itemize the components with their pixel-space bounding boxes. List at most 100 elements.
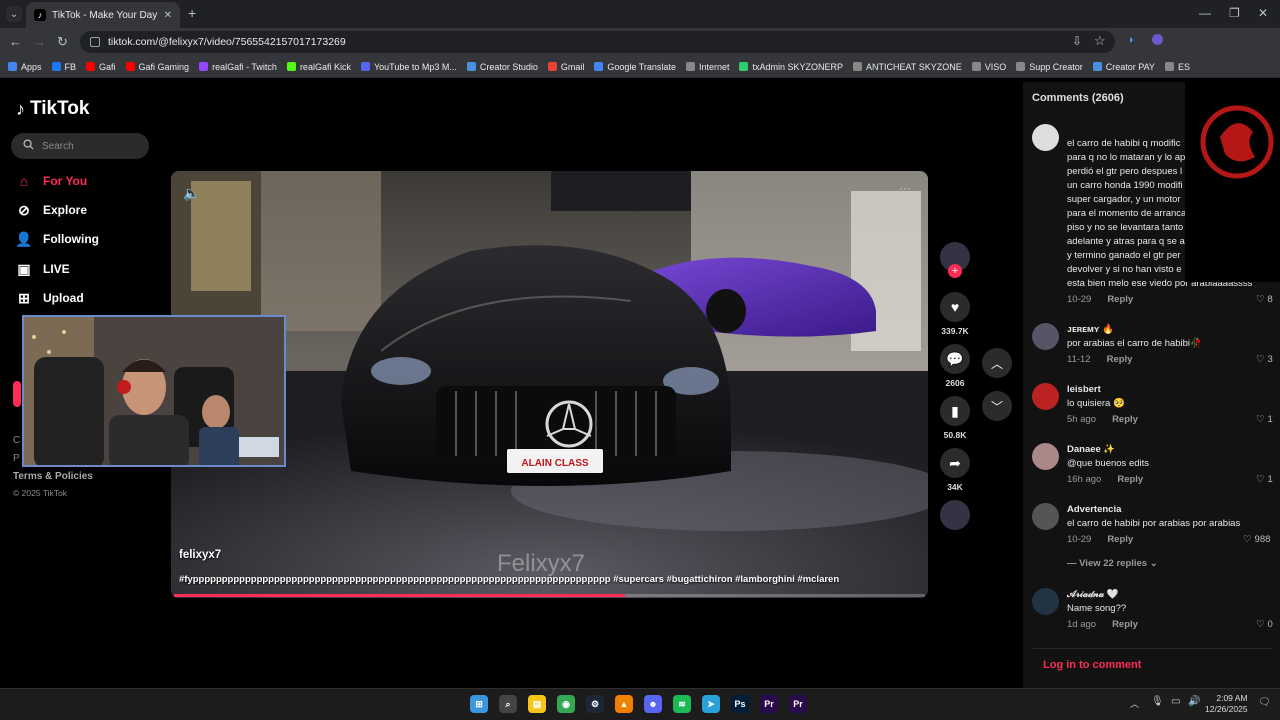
reply-button[interactable]: Reply	[1107, 534, 1133, 545]
bookmark-item[interactable]: Creator PAY	[1092, 62, 1155, 72]
stream-overlay-logo	[1185, 82, 1280, 282]
taskbar-files-icon[interactable]: ▤	[528, 695, 546, 713]
network-icon[interactable]: ▭	[1171, 696, 1180, 707]
avatar[interactable]	[1032, 383, 1059, 410]
comment-like-button[interactable]: ♡ 0	[1256, 619, 1273, 630]
comment-username[interactable]: ᴊᴇʀᴇᴍʏ 🔥	[1067, 324, 1114, 335]
bookmark-item[interactable]: YouTube to Mp3 M...	[360, 62, 457, 72]
close-window-button[interactable]: ✕	[1258, 6, 1268, 20]
bookmark-item[interactable]: Gafi	[86, 62, 116, 72]
taskbar-vlc-icon[interactable]: ▲	[615, 695, 633, 713]
comment-like-button[interactable]: ♡ 988	[1243, 534, 1270, 545]
tab-close-icon[interactable]: ✕	[164, 10, 172, 21]
bookmark-item[interactable]: realGafi - Twitch	[199, 62, 277, 72]
comment-username[interactable]: 𝒜𝓇𝒾𝒶𝒹𝓃𝒶 🤍	[1067, 589, 1119, 600]
avatar[interactable]	[1032, 503, 1059, 530]
bookmark-item[interactable]: Supp Creator	[1016, 62, 1083, 72]
bookmark-item[interactable]: txAdmin SKYZONERP	[739, 62, 843, 72]
comment-like-button[interactable]: ♡ 3	[1256, 354, 1273, 365]
bookmark-item[interactable]: ES	[1164, 62, 1190, 72]
comment-like-button[interactable]: ♡ 8	[1256, 294, 1273, 305]
bookmark-item[interactable]: Gmail	[547, 62, 584, 72]
bookmark-item[interactable]: Creator Studio	[466, 62, 538, 72]
bookmark-item[interactable]: VISO	[971, 62, 1006, 72]
comment-like-button[interactable]: ♡ 1	[1256, 474, 1273, 485]
tiktok-logo[interactable]: ♪ TikTok	[16, 98, 89, 120]
author-avatar-button[interactable]: +	[938, 242, 972, 278]
address-bar[interactable]: tiktok.com/@felixyx7/video/7565542157017…	[80, 31, 1115, 53]
taskbar-discord-icon[interactable]: ☻	[644, 695, 662, 713]
volume-tray-icon[interactable]: 🔊	[1188, 696, 1200, 707]
login-to-comment-button[interactable]: Log in to comment	[1033, 648, 1273, 682]
search-input[interactable]: Search	[11, 133, 149, 159]
reply-button[interactable]: Reply	[1107, 354, 1133, 365]
tray-overflow-icon[interactable]: ︿	[1130, 697, 1139, 710]
share-button[interactable]: ➦ 34K	[938, 448, 972, 492]
restore-button[interactable]: ❐	[1229, 6, 1240, 20]
more-options-icon[interactable]: ···	[899, 181, 911, 195]
sidebar-link-fragment-c[interactable]: C	[13, 435, 20, 446]
sidebar-item-for-you[interactable]: ⌂ For You	[16, 173, 87, 189]
comment-username[interactable]: Advertencia	[1067, 504, 1121, 515]
bookmark-item[interactable]: Internet	[685, 62, 729, 72]
taskbar-telegram-icon[interactable]: ➤	[702, 695, 720, 713]
follow-plus-icon[interactable]: +	[948, 264, 962, 278]
avatar[interactable]	[1032, 124, 1059, 151]
comment-like-button[interactable]: ♡ 1	[1256, 414, 1273, 425]
notifications-icon[interactable]: 🗨	[1258, 697, 1271, 708]
sidebar-item-upload[interactable]: ⊞ Upload	[16, 290, 84, 306]
system-clock[interactable]: 2:09 AM 12/26/2025	[1205, 693, 1248, 715]
login-button-fragment[interactable]	[13, 381, 21, 407]
taskbar-premiere-icon[interactable]: Pr	[760, 695, 778, 713]
forward-button[interactable]: →	[33, 34, 46, 49]
avatar[interactable]	[1032, 588, 1059, 615]
reply-button[interactable]: Reply	[1117, 474, 1143, 485]
comment-button[interactable]: 💬 2606	[938, 344, 972, 388]
new-tab-button[interactable]: +	[188, 5, 196, 21]
avatar[interactable]	[1032, 443, 1059, 470]
bookmark-item[interactable]: Apps	[8, 62, 42, 72]
install-app-icon[interactable]: ⇩	[1072, 34, 1082, 48]
extension-icon[interactable]: ◗	[1128, 34, 1135, 46]
site-info-icon[interactable]	[90, 37, 100, 47]
taskbar-start-icon[interactable]: ⊞	[470, 695, 488, 713]
reply-button[interactable]: Reply	[1112, 619, 1138, 630]
bookmark-item[interactable]: Google Translate	[594, 62, 676, 72]
taskbar-chrome-icon[interactable]: ◉	[557, 695, 575, 713]
bookmark-item[interactable]: FB	[51, 62, 76, 72]
minimize-button[interactable]: —	[1199, 6, 1211, 20]
taskbar-steam-icon[interactable]: ⚙	[586, 695, 604, 713]
back-button[interactable]: ←	[9, 34, 22, 49]
next-video-button[interactable]: ﹀	[982, 391, 1012, 421]
browser-tab[interactable]: ♪ TikTok - Make Your Day ✕	[26, 2, 180, 28]
sidebar-link-fragment-p[interactable]: P	[13, 453, 20, 464]
music-disc-button[interactable]	[938, 500, 972, 530]
tab-search-button[interactable]: ⌄	[6, 6, 22, 22]
sidebar-item-following[interactable]: 👤 Following	[15, 231, 99, 247]
reload-button[interactable]: ↻	[57, 34, 68, 50]
bookmark-item[interactable]: ANTICHEAT SKYZONE	[853, 62, 962, 72]
microphone-icon[interactable]: 🎙	[1151, 696, 1164, 707]
terms-link[interactable]: Terms & Policies	[13, 471, 93, 482]
sidebar-item-explore[interactable]: ⊘ Explore	[16, 202, 87, 218]
volume-icon[interactable]: 🔈	[183, 185, 200, 202]
taskbar-photoshop-icon[interactable]: Ps	[731, 695, 749, 713]
avatar[interactable]	[1032, 323, 1059, 350]
previous-video-button[interactable]: ︿	[982, 348, 1012, 378]
sidebar-item-live[interactable]: ▣ LIVE	[16, 261, 69, 277]
extension-2-icon[interactable]	[1152, 34, 1163, 45]
save-button[interactable]: ▮ 50.8K	[938, 396, 972, 440]
view-replies-button[interactable]: — View 22 replies ⌄	[1067, 558, 1158, 569]
bookmark-item[interactable]: Gafi Gaming	[125, 62, 189, 72]
reply-button[interactable]: Reply	[1107, 294, 1133, 305]
like-button[interactable]: ♥ 339.7K	[938, 292, 972, 336]
video-author[interactable]: felixyx7	[179, 549, 221, 561]
comment-username[interactable]: leisbert	[1067, 384, 1101, 395]
taskbar-search-icon[interactable]: ⌕	[499, 695, 517, 713]
taskbar-premiere2-icon[interactable]: Pr	[789, 695, 807, 713]
comment-username[interactable]: Danaee ✨	[1067, 444, 1115, 455]
bookmark-item[interactable]: realGafi Kick	[286, 62, 351, 72]
reply-button[interactable]: Reply	[1112, 414, 1138, 425]
bookmark-star-icon[interactable]: ☆	[1094, 33, 1106, 49]
taskbar-spotify-icon[interactable]: ≋	[673, 695, 691, 713]
